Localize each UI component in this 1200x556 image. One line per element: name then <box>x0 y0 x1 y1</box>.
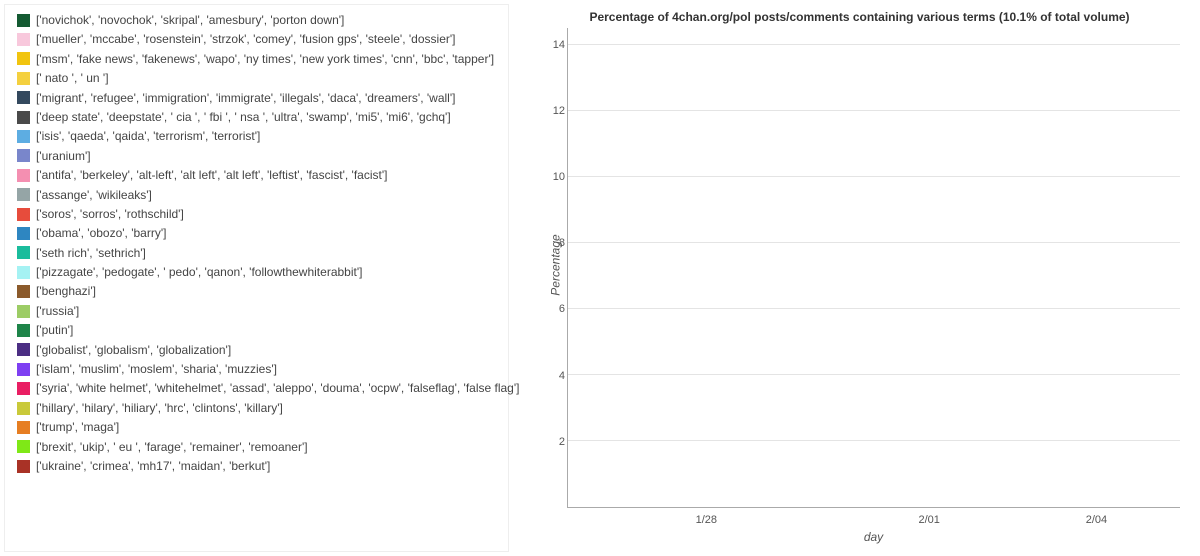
x-axis-label: day <box>864 530 883 544</box>
legend-swatch <box>17 285 30 298</box>
legend-label: ['assange', 'wikileaks'] <box>36 188 152 202</box>
legend-label: ['ukraine', 'crimea', 'mh17', 'maidan', … <box>36 459 270 473</box>
x-axis: day 1/282/012/04 <box>567 508 1180 538</box>
y-tick: 8 <box>559 237 565 249</box>
legend-swatch <box>17 149 30 162</box>
legend-swatch <box>17 33 30 46</box>
legend-swatch <box>17 402 30 415</box>
legend-item[interactable]: ['brexit', 'ukip', ' eu ', 'farage', 're… <box>17 440 502 454</box>
legend-item[interactable]: ['ukraine', 'crimea', 'mh17', 'maidan', … <box>17 459 502 473</box>
legend-swatch <box>17 130 30 143</box>
legend-item[interactable]: ['pizzagate', 'pedogate', ' pedo', 'qano… <box>17 265 502 279</box>
legend-swatch <box>17 324 30 337</box>
y-tick: 12 <box>553 105 565 117</box>
legend-label: ['benghazi'] <box>36 284 96 298</box>
legend-swatch <box>17 421 30 434</box>
legend-item[interactable]: ['russia'] <box>17 304 502 318</box>
legend-swatch <box>17 208 30 221</box>
legend-label: ['antifa', 'berkeley', 'alt-left', 'alt … <box>36 168 387 182</box>
legend-swatch <box>17 440 30 453</box>
legend-item[interactable]: ['mueller', 'mccabe', 'rosenstein', 'str… <box>17 32 502 46</box>
grid-line <box>568 44 1180 45</box>
legend-swatch <box>17 111 30 124</box>
legend-label: ['migrant', 'refugee', 'immigration', 'i… <box>36 91 455 105</box>
legend-label: ['uranium'] <box>36 149 91 163</box>
legend-label: ['trump', 'maga'] <box>36 420 119 434</box>
legend-label: ['seth rich', 'sethrich'] <box>36 246 146 260</box>
legend-item[interactable]: ['putin'] <box>17 323 502 337</box>
legend-swatch <box>17 52 30 65</box>
legend-item[interactable]: ['uranium'] <box>17 149 502 163</box>
legend-swatch <box>17 305 30 318</box>
grid-line <box>568 440 1180 441</box>
legend-item[interactable]: ['antifa', 'berkeley', 'alt-left', 'alt … <box>17 168 502 182</box>
chart-title: Percentage of 4chan.org/pol posts/commen… <box>539 10 1180 24</box>
legend-label: ['isis', 'qaeda', 'qaida', 'terrorism', … <box>36 129 260 143</box>
legend-item[interactable]: ['benghazi'] <box>17 284 502 298</box>
legend-item[interactable]: ['isis', 'qaeda', 'qaida', 'terrorism', … <box>17 129 502 143</box>
legend-label: [' nato ', ' un '] <box>36 71 109 85</box>
legend-label: ['obama', 'obozo', 'barry'] <box>36 226 166 240</box>
legend-item[interactable]: [' nato ', ' un '] <box>17 71 502 85</box>
legend-item[interactable]: ['deep state', 'deepstate', ' cia ', ' f… <box>17 110 502 124</box>
legend-item[interactable]: ['islam', 'muslim', 'moslem', 'sharia', … <box>17 362 502 376</box>
grid-line <box>568 308 1180 309</box>
x-tick: 2/01 <box>919 514 940 526</box>
legend-swatch <box>17 188 30 201</box>
legend-label: ['russia'] <box>36 304 79 318</box>
grid-line <box>568 110 1180 111</box>
legend-swatch <box>17 72 30 85</box>
legend-swatch <box>17 169 30 182</box>
legend-swatch <box>17 382 30 395</box>
y-tick: 6 <box>559 303 565 315</box>
legend-swatch <box>17 14 30 27</box>
y-tick: 4 <box>559 370 565 382</box>
legend-swatch <box>17 343 30 356</box>
legend-label: ['globalist', 'globalism', 'globalizatio… <box>36 343 231 357</box>
legend-label: ['soros', 'sorros', 'rothschild'] <box>36 207 184 221</box>
legend-label: ['mueller', 'mccabe', 'rosenstein', 'str… <box>36 32 455 46</box>
y-tick: 14 <box>553 39 565 51</box>
legend-swatch <box>17 266 30 279</box>
grid-line <box>568 242 1180 243</box>
legend-swatch <box>17 91 30 104</box>
grid-line <box>568 374 1180 375</box>
legend-label: ['putin'] <box>36 323 73 337</box>
y-tick: 2 <box>559 436 565 448</box>
x-tick: 2/04 <box>1086 514 1107 526</box>
legend-label: ['deep state', 'deepstate', ' cia ', ' f… <box>36 110 451 124</box>
legend-item[interactable]: ['soros', 'sorros', 'rothschild'] <box>17 207 502 221</box>
legend-swatch <box>17 363 30 376</box>
plot-area <box>567 28 1180 508</box>
legend-item[interactable]: ['migrant', 'refugee', 'immigration', 'i… <box>17 91 502 105</box>
legend-label: ['syria', 'white helmet', 'whitehelmet',… <box>36 381 519 395</box>
legend-item[interactable]: ['hillary', 'hilary', 'hiliary', 'hrc', … <box>17 401 502 415</box>
legend-label: ['brexit', 'ukip', ' eu ', 'farage', 're… <box>36 440 308 454</box>
legend-item[interactable]: ['novichok', 'novochok', 'skripal', 'ame… <box>17 13 502 27</box>
legend-panel: ['novichok', 'novochok', 'skripal', 'ame… <box>4 4 509 552</box>
legend-item[interactable]: ['assange', 'wikileaks'] <box>17 188 502 202</box>
chart-panel: Percentage of 4chan.org/pol posts/commen… <box>509 0 1200 556</box>
y-axis: Percentage 2468101214 <box>539 28 567 508</box>
legend-label: ['msm', 'fake news', 'fakenews', 'wapo',… <box>36 52 494 66</box>
legend-label: ['hillary', 'hilary', 'hiliary', 'hrc', … <box>36 401 283 415</box>
legend-label: ['islam', 'muslim', 'moslem', 'sharia', … <box>36 362 277 376</box>
legend-swatch <box>17 227 30 240</box>
legend-label: ['pizzagate', 'pedogate', ' pedo', 'qano… <box>36 265 362 279</box>
legend-swatch <box>17 246 30 259</box>
legend-item[interactable]: ['obama', 'obozo', 'barry'] <box>17 226 502 240</box>
x-tick: 1/28 <box>696 514 717 526</box>
legend-swatch <box>17 460 30 473</box>
grid-line <box>568 176 1180 177</box>
y-tick: 10 <box>553 171 565 183</box>
legend-item[interactable]: ['globalist', 'globalism', 'globalizatio… <box>17 343 502 357</box>
legend-item[interactable]: ['seth rich', 'sethrich'] <box>17 246 502 260</box>
legend-item[interactable]: ['msm', 'fake news', 'fakenews', 'wapo',… <box>17 52 502 66</box>
legend-item[interactable]: ['trump', 'maga'] <box>17 420 502 434</box>
legend-label: ['novichok', 'novochok', 'skripal', 'ame… <box>36 13 344 27</box>
legend-item[interactable]: ['syria', 'white helmet', 'whitehelmet',… <box>17 381 502 395</box>
